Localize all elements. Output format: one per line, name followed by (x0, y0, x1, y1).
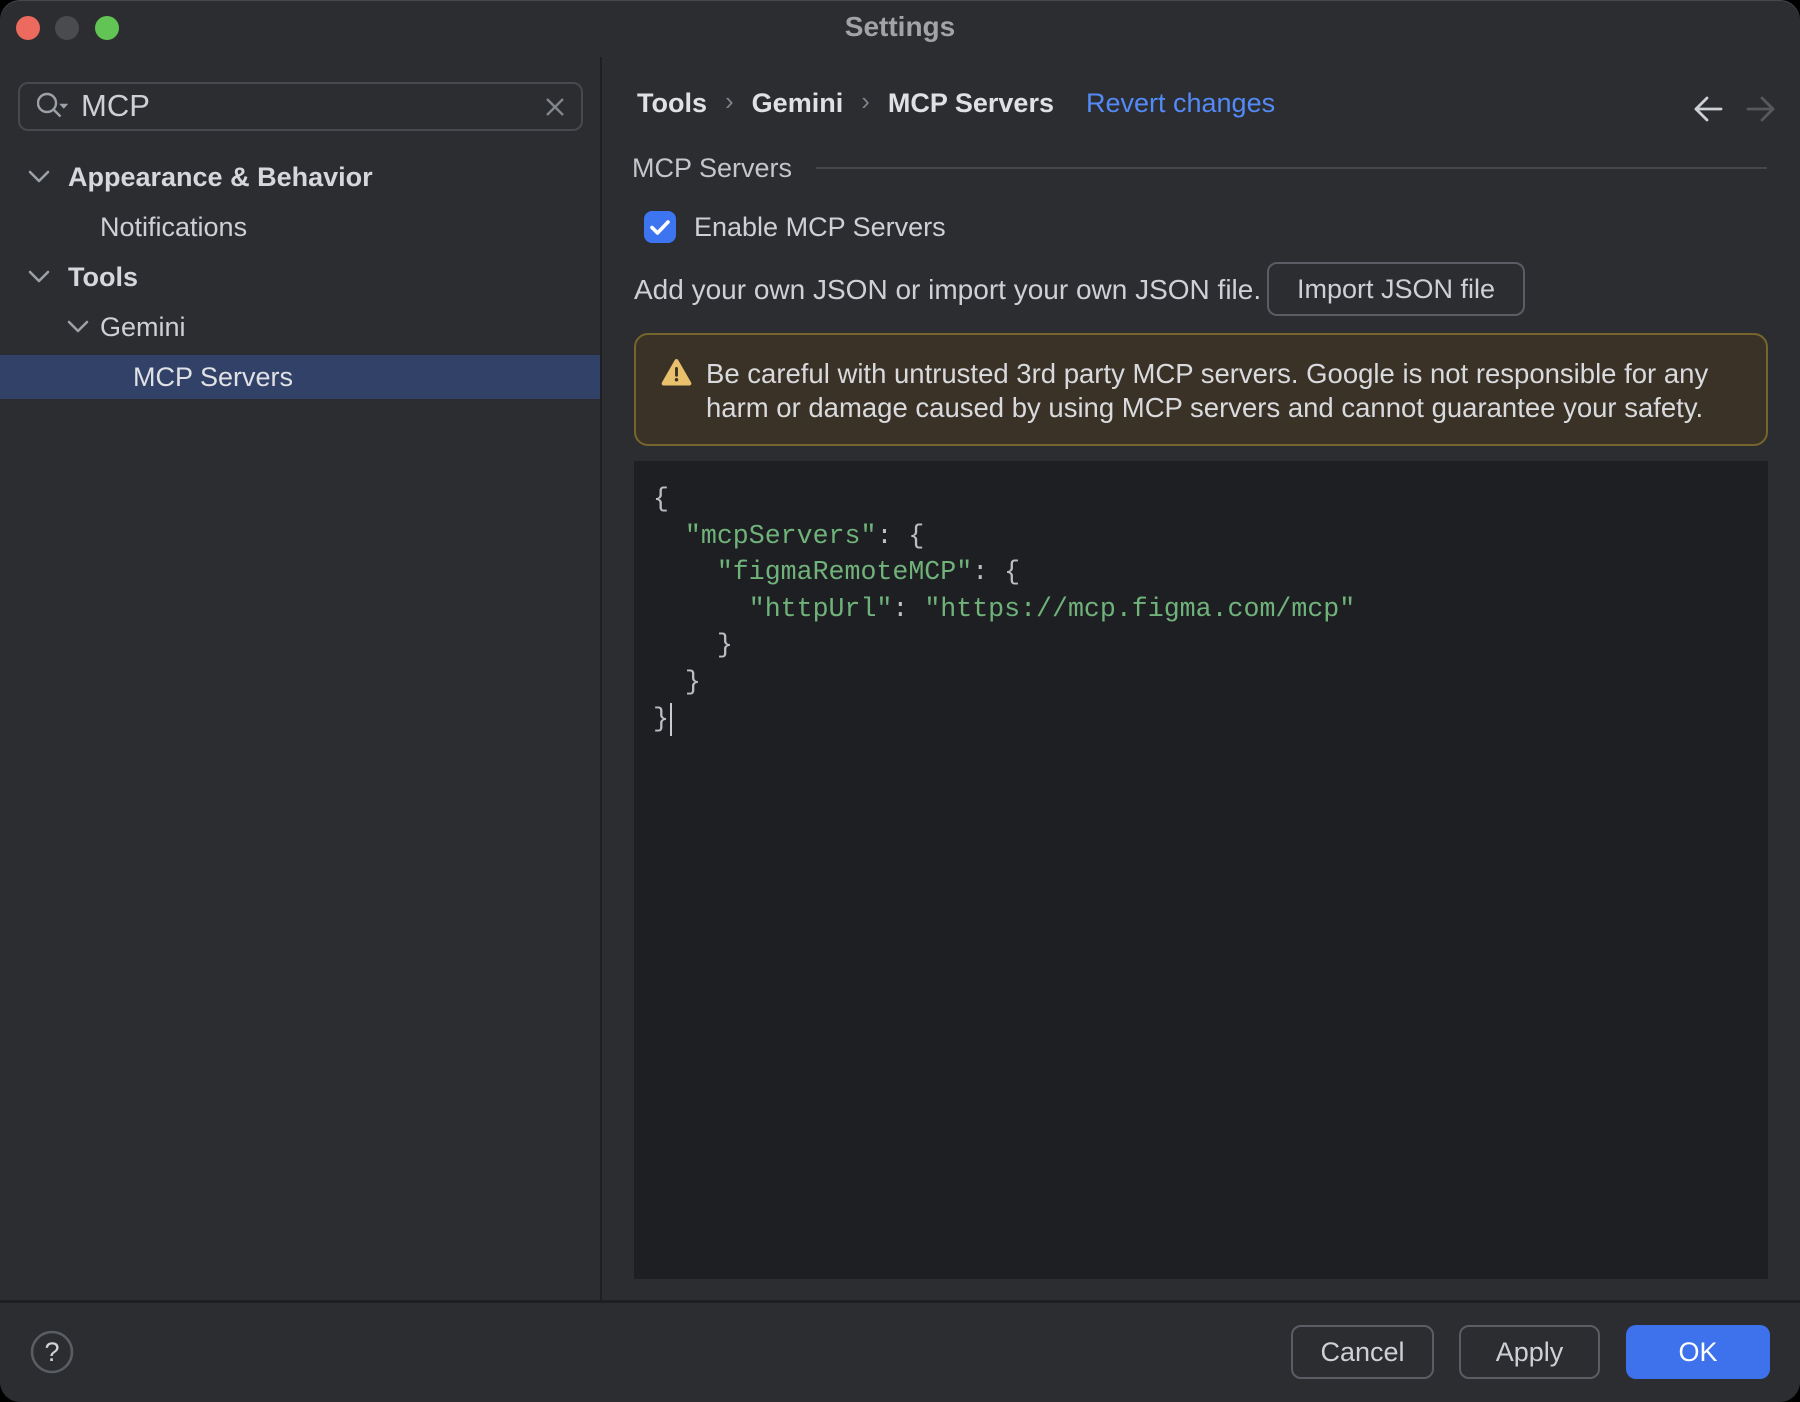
svg-text:?: ? (44, 1337, 59, 1367)
